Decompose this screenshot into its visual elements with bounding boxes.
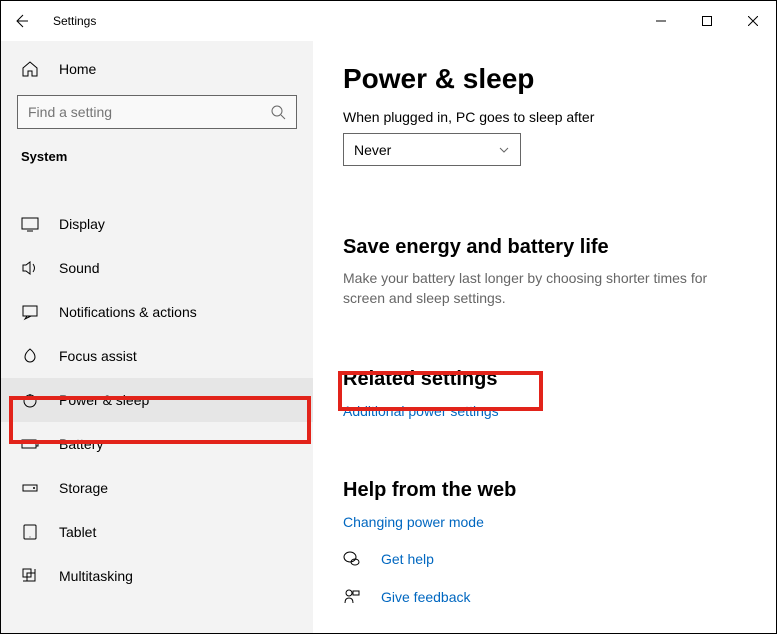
- home-icon: [21, 60, 41, 78]
- minimize-button[interactable]: [638, 6, 684, 36]
- search-field[interactable]: [28, 104, 270, 120]
- back-button[interactable]: [1, 1, 41, 41]
- sidebar-item-label: Power & sleep: [59, 392, 149, 408]
- give-feedback-label: Give feedback: [381, 589, 471, 605]
- maximize-button[interactable]: [684, 6, 730, 36]
- sidebar-item-label: Display: [59, 216, 105, 232]
- section-system-label: System: [1, 139, 313, 172]
- sidebar-item-storage[interactable]: Storage: [1, 466, 313, 510]
- dropdown-value: Never: [354, 142, 391, 158]
- get-help-link[interactable]: Get help: [343, 550, 746, 568]
- sidebar-item-notifications[interactable]: Notifications & actions: [1, 290, 313, 334]
- focus-assist-icon: [21, 347, 41, 365]
- sound-icon: [21, 259, 41, 277]
- page-title: Power & sleep: [343, 63, 746, 95]
- sidebar-item-label: Storage: [59, 480, 108, 496]
- search-icon: [270, 104, 286, 120]
- energy-description: Make your battery last longer by choosin…: [343, 269, 723, 308]
- home-nav[interactable]: Home: [1, 49, 313, 89]
- energy-heading: Save energy and battery life: [343, 236, 746, 259]
- home-label: Home: [59, 61, 96, 77]
- multitasking-icon: [21, 567, 41, 585]
- display-icon: [21, 215, 41, 233]
- window-controls: [638, 6, 776, 36]
- sidebar-item-label: Focus assist: [59, 348, 137, 364]
- help-icon: [343, 550, 363, 568]
- chevron-down-icon: [498, 144, 510, 156]
- sidebar-item-focus-assist[interactable]: Focus assist: [1, 334, 313, 378]
- main-content: Power & sleep When plugged in, PC goes t…: [313, 41, 776, 633]
- sidebar-item-label: Notifications & actions: [59, 304, 197, 320]
- sleep-setting-label: When plugged in, PC goes to sleep after: [343, 109, 746, 125]
- additional-power-settings-link[interactable]: Additional power settings: [343, 403, 746, 419]
- sidebar-item-label: Tablet: [59, 524, 96, 540]
- help-heading: Help from the web: [343, 479, 746, 502]
- sidebar-item-tablet[interactable]: Tablet: [1, 510, 313, 554]
- tablet-icon: [21, 523, 41, 541]
- sleep-dropdown[interactable]: Never: [343, 133, 521, 166]
- feedback-icon: [343, 588, 363, 606]
- sidebar: Home System Display Sound Notificatio: [1, 41, 313, 633]
- sidebar-item-label: Battery: [59, 436, 103, 452]
- battery-icon: [21, 435, 41, 453]
- sidebar-item-multitasking[interactable]: Multitasking: [1, 554, 313, 598]
- search-input[interactable]: [17, 95, 297, 129]
- notifications-icon: [21, 303, 41, 321]
- give-feedback-link[interactable]: Give feedback: [343, 588, 746, 606]
- titlebar: Settings: [1, 1, 776, 41]
- related-heading: Related settings: [343, 368, 746, 391]
- sidebar-item-label: Sound: [59, 260, 99, 276]
- get-help-label: Get help: [381, 551, 434, 567]
- sidebar-item-label: Multitasking: [59, 568, 133, 584]
- window-title: Settings: [53, 14, 96, 28]
- sidebar-item-battery[interactable]: Battery: [1, 422, 313, 466]
- storage-icon: [21, 479, 41, 497]
- changing-power-mode-link[interactable]: Changing power mode: [343, 514, 746, 530]
- power-icon: [21, 391, 41, 409]
- sidebar-item-display[interactable]: Display: [1, 202, 313, 246]
- sidebar-item-power-sleep[interactable]: Power & sleep: [1, 378, 313, 422]
- sidebar-item-sound[interactable]: Sound: [1, 246, 313, 290]
- close-button[interactable]: [730, 6, 776, 36]
